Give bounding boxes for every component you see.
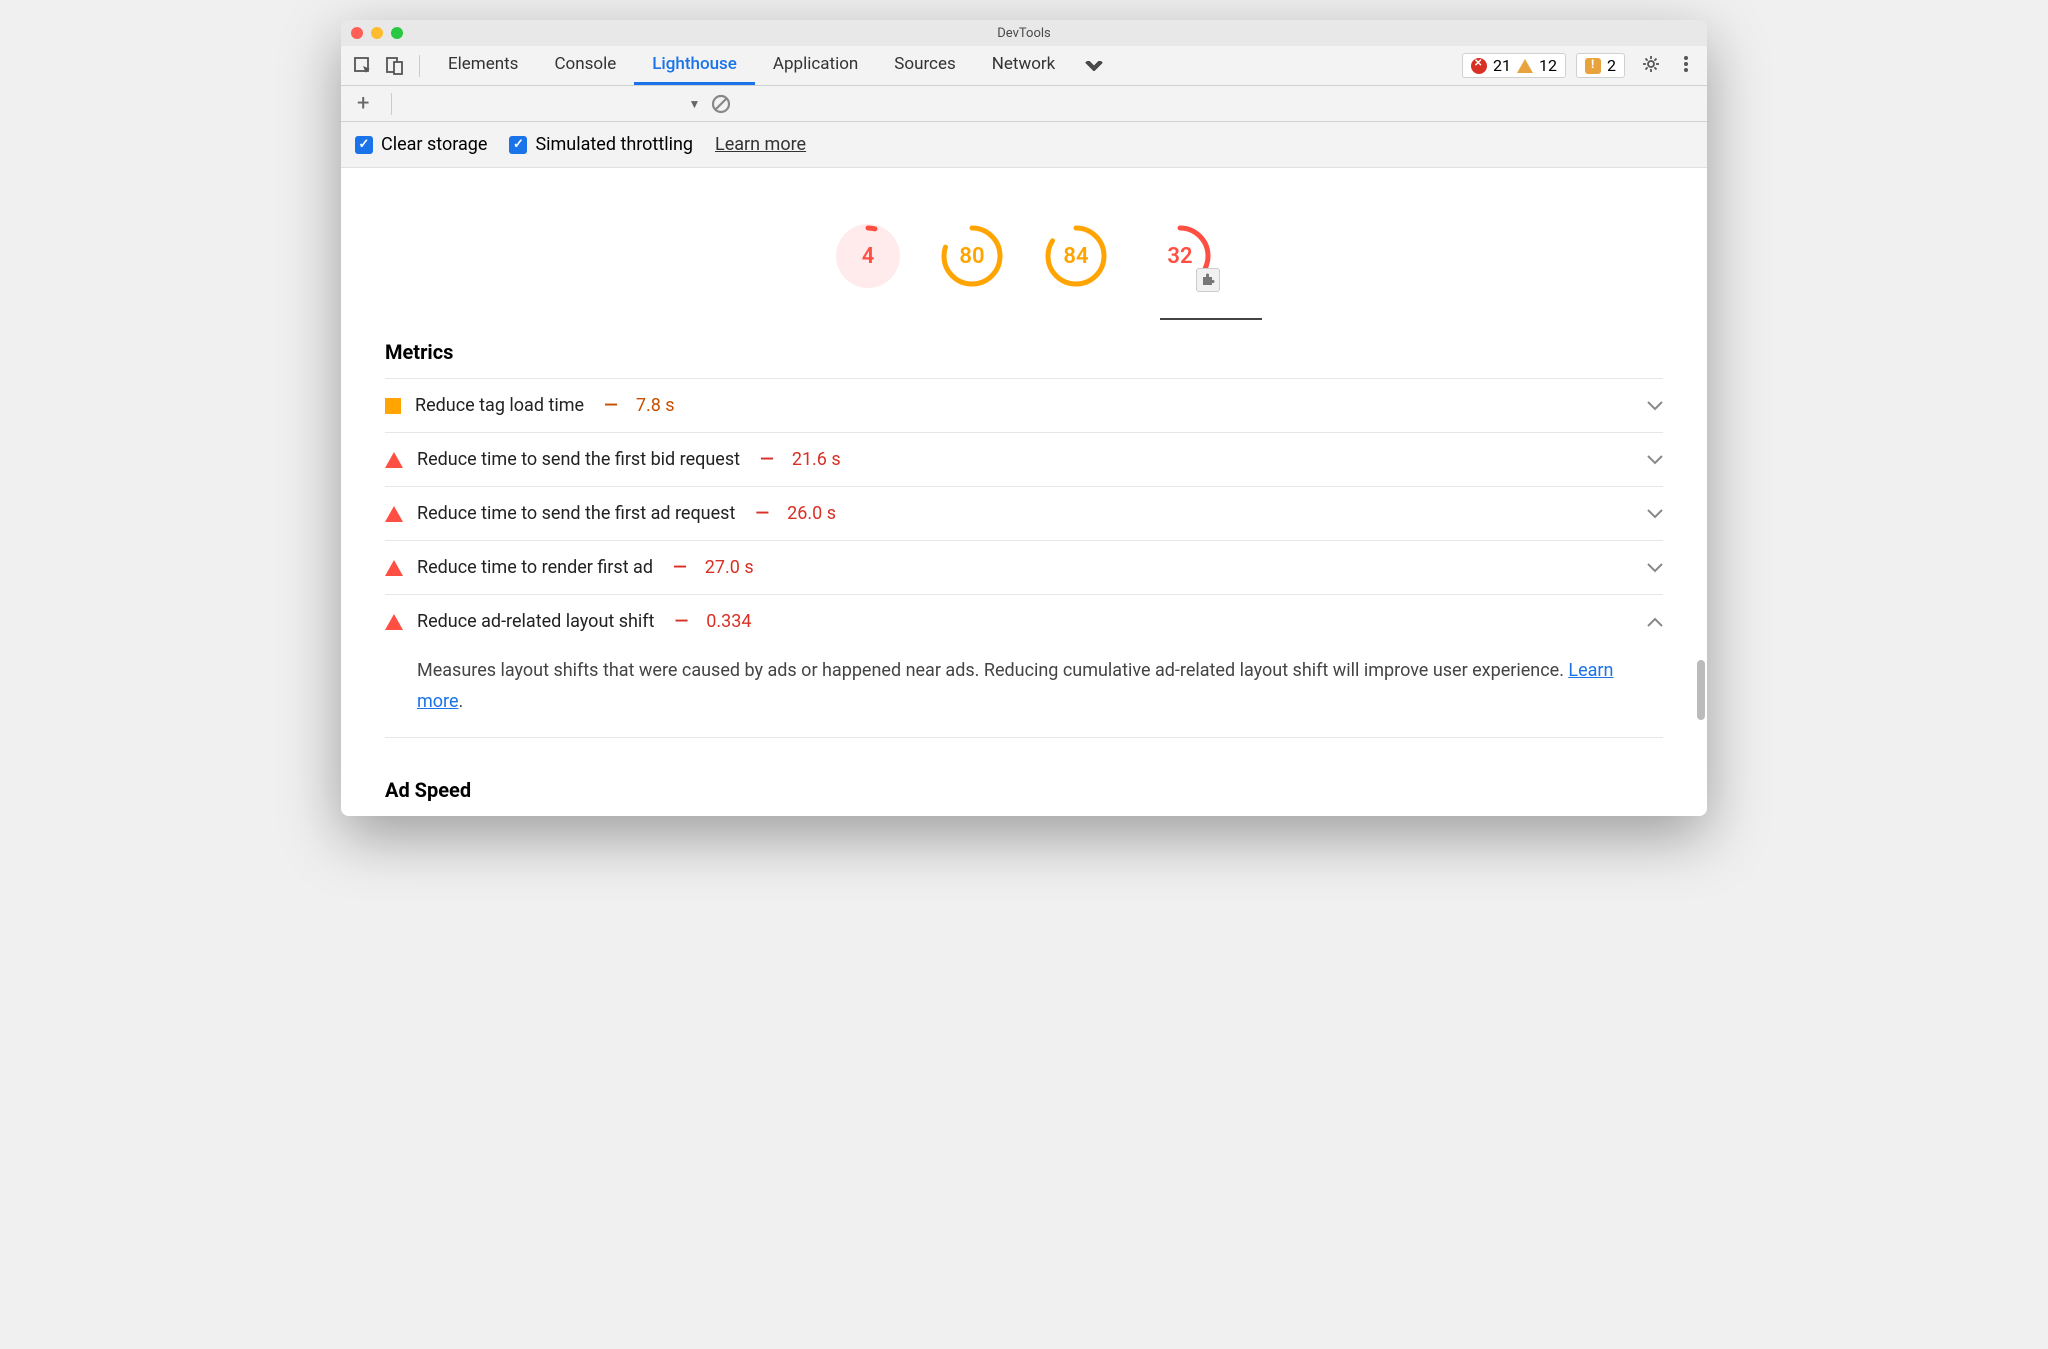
new-report-icon[interactable]: + bbox=[351, 91, 375, 116]
tab-lighthouse[interactable]: Lighthouse bbox=[634, 46, 755, 85]
score-gauge-0[interactable]: 4 bbox=[836, 224, 900, 288]
tab-application[interactable]: Application bbox=[755, 46, 876, 85]
ad-speed-title: Ad Speed bbox=[385, 778, 1663, 802]
chevron-down-icon bbox=[1647, 396, 1663, 415]
console-errors-warnings-badge[interactable]: 21 12 bbox=[1462, 53, 1566, 78]
warning-count: 12 bbox=[1539, 56, 1557, 75]
issues-badge[interactable]: 2 bbox=[1576, 53, 1625, 78]
metric-label: Reduce time to send the first ad request bbox=[417, 503, 735, 524]
metric-label: Reduce time to render first ad bbox=[417, 557, 653, 578]
metrics-section: Metrics Reduce tag load time — 7.8 s Red… bbox=[341, 320, 1707, 738]
tab-network[interactable]: Network bbox=[974, 46, 1074, 85]
chevron-down-icon bbox=[1647, 504, 1663, 523]
devtools-toolbar: Elements Console Lighthouse Application … bbox=[341, 46, 1707, 86]
metric-dash: — bbox=[755, 503, 769, 524]
chevron-up-icon bbox=[1647, 612, 1663, 631]
gauge-score: 80 bbox=[940, 224, 1004, 288]
gauge-score: 4 bbox=[836, 224, 900, 288]
device-toggle-icon[interactable] bbox=[381, 52, 409, 80]
metric-row[interactable]: Reduce ad-related layout shift — 0.334 bbox=[385, 594, 1663, 648]
maximize-window-button[interactable] bbox=[391, 27, 403, 39]
metric-value: 0.334 bbox=[706, 611, 751, 632]
tab-sources[interactable]: Sources bbox=[876, 46, 973, 85]
chevron-down-icon bbox=[1647, 450, 1663, 469]
metric-dash: — bbox=[604, 395, 618, 416]
chevron-down-icon bbox=[1647, 558, 1663, 577]
learn-more-link[interactable]: Learn more bbox=[417, 660, 1613, 712]
window-title: DevTools bbox=[997, 26, 1050, 41]
metric-row[interactable]: Reduce time to send the first ad request… bbox=[385, 486, 1663, 540]
lighthouse-subbar: + ▼ bbox=[341, 86, 1707, 122]
warning-icon bbox=[1517, 59, 1533, 73]
window-titlebar: DevTools bbox=[341, 20, 1707, 46]
metric-label: Reduce ad-related layout shift bbox=[417, 611, 654, 632]
metric-row[interactable]: Reduce time to render first ad — 27.0 s bbox=[385, 540, 1663, 594]
metric-label: Reduce time to send the first bid reques… bbox=[417, 449, 740, 470]
metric-value: 7.8 s bbox=[636, 395, 675, 416]
metric-value: 21.6 s bbox=[792, 449, 841, 470]
gauge-score: 84 bbox=[1044, 224, 1108, 288]
clear-icon[interactable] bbox=[710, 93, 732, 115]
metric-dash: — bbox=[673, 557, 687, 578]
plugin-icon bbox=[1196, 268, 1220, 292]
score-gauge-1[interactable]: 80 bbox=[940, 224, 1004, 288]
score-gauge-2[interactable]: 84 bbox=[1044, 224, 1108, 288]
score-gauges: 4 80 84 32 bbox=[341, 168, 1707, 318]
checkbox-checked-icon bbox=[509, 136, 527, 154]
metric-dash: — bbox=[674, 611, 688, 632]
minimize-window-button[interactable] bbox=[371, 27, 383, 39]
subbar-divider bbox=[391, 93, 392, 115]
more-tabs-icon[interactable] bbox=[1073, 46, 1115, 85]
lighthouse-options: Clear storage Simulated throttling Learn… bbox=[341, 122, 1707, 168]
error-icon bbox=[1471, 58, 1487, 74]
metric-row[interactable]: Reduce time to send the first bid reques… bbox=[385, 432, 1663, 486]
clear-storage-checkbox[interactable]: Clear storage bbox=[355, 134, 487, 155]
report-dropdown-icon[interactable]: ▼ bbox=[688, 97, 700, 111]
metrics-title: Metrics bbox=[385, 340, 1663, 364]
triangle-icon bbox=[385, 452, 403, 468]
metric-description: Measures layout shifts that were caused … bbox=[385, 648, 1663, 738]
simulated-throttling-checkbox[interactable]: Simulated throttling bbox=[509, 134, 693, 155]
learn-more-link[interactable]: Learn more bbox=[715, 134, 806, 155]
tab-elements[interactable]: Elements bbox=[430, 46, 536, 85]
checkbox-checked-icon bbox=[355, 136, 373, 154]
scrollbar[interactable] bbox=[1697, 660, 1705, 720]
metric-row[interactable]: Reduce tag load time — 7.8 s bbox=[385, 378, 1663, 432]
simulated-throttling-label: Simulated throttling bbox=[535, 134, 693, 155]
metric-dash: — bbox=[760, 449, 774, 470]
error-count: 21 bbox=[1493, 56, 1511, 75]
devtools-tabs: Elements Console Lighthouse Application … bbox=[430, 46, 1458, 85]
triangle-icon bbox=[385, 560, 403, 576]
ad-speed-section: Ad Speed bbox=[341, 738, 1707, 816]
toolbar-divider bbox=[419, 55, 420, 77]
square-icon bbox=[385, 398, 401, 414]
issue-icon bbox=[1585, 58, 1601, 74]
tab-console[interactable]: Console bbox=[536, 46, 634, 85]
issue-count: 2 bbox=[1607, 56, 1616, 75]
clear-storage-label: Clear storage bbox=[381, 134, 487, 155]
close-window-button[interactable] bbox=[351, 27, 363, 39]
metric-value: 26.0 s bbox=[787, 503, 836, 524]
metric-value: 27.0 s bbox=[705, 557, 754, 578]
triangle-icon bbox=[385, 614, 403, 630]
score-gauge-3[interactable]: 32 bbox=[1148, 224, 1212, 288]
inspect-element-icon[interactable] bbox=[349, 52, 377, 80]
settings-icon[interactable] bbox=[1635, 54, 1667, 78]
metric-label: Reduce tag load time bbox=[415, 395, 584, 416]
triangle-icon bbox=[385, 506, 403, 522]
more-menu-icon[interactable] bbox=[1677, 54, 1695, 78]
